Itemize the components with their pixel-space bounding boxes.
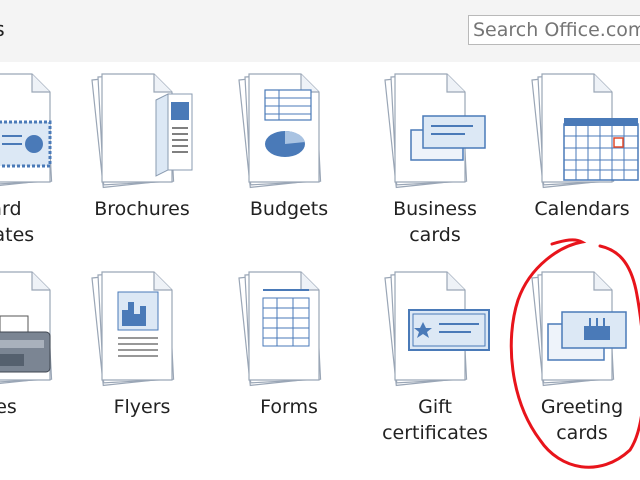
template-label: Calendars xyxy=(534,198,630,220)
brochure-icon xyxy=(72,70,193,200)
template-flyers[interactable]: Flyers xyxy=(72,268,212,468)
certificate-icon xyxy=(0,70,76,200)
template-label: ard xyxy=(0,198,22,220)
template-label: certificates xyxy=(382,422,488,444)
fax-icon xyxy=(0,268,76,398)
template-label: Business xyxy=(393,198,477,220)
template-label: Greeting xyxy=(540,396,624,418)
template-label: Gift xyxy=(418,396,452,418)
template-faxes[interactable]: es xyxy=(0,268,76,468)
template-label: es xyxy=(0,396,17,418)
template-greeting-cards[interactable]: Greeting cards xyxy=(512,268,640,468)
search-input[interactable] xyxy=(468,15,640,45)
template-award-certificates[interactable]: ard icates xyxy=(0,70,76,270)
budget-icon xyxy=(219,70,359,200)
template-calendars[interactable]: Calendars xyxy=(512,70,640,270)
template-label: icates xyxy=(0,224,35,246)
template-label: cards xyxy=(556,422,608,444)
gift-certificate-icon xyxy=(365,268,490,398)
greeting-card-icon xyxy=(512,268,627,398)
template-label: Forms xyxy=(260,396,318,418)
template-gift-certificates[interactable]: Gift certificates xyxy=(365,268,505,468)
business-card-icon xyxy=(365,70,486,200)
flyer-icon xyxy=(72,268,212,398)
template-label: cards xyxy=(409,224,461,246)
header-title: es xyxy=(0,17,5,41)
header: es xyxy=(0,0,640,62)
form-icon xyxy=(219,268,359,398)
template-label: Brochures xyxy=(94,198,190,220)
template-label: Budgets xyxy=(249,198,329,220)
template-brochures[interactable]: Brochures xyxy=(72,70,212,270)
template-business-cards[interactable]: Business cards xyxy=(365,70,505,270)
calendar-icon xyxy=(512,70,639,200)
template-label: Flyers xyxy=(113,396,171,418)
template-budgets[interactable]: Budgets xyxy=(219,70,359,270)
template-forms[interactable]: Forms xyxy=(219,268,359,468)
